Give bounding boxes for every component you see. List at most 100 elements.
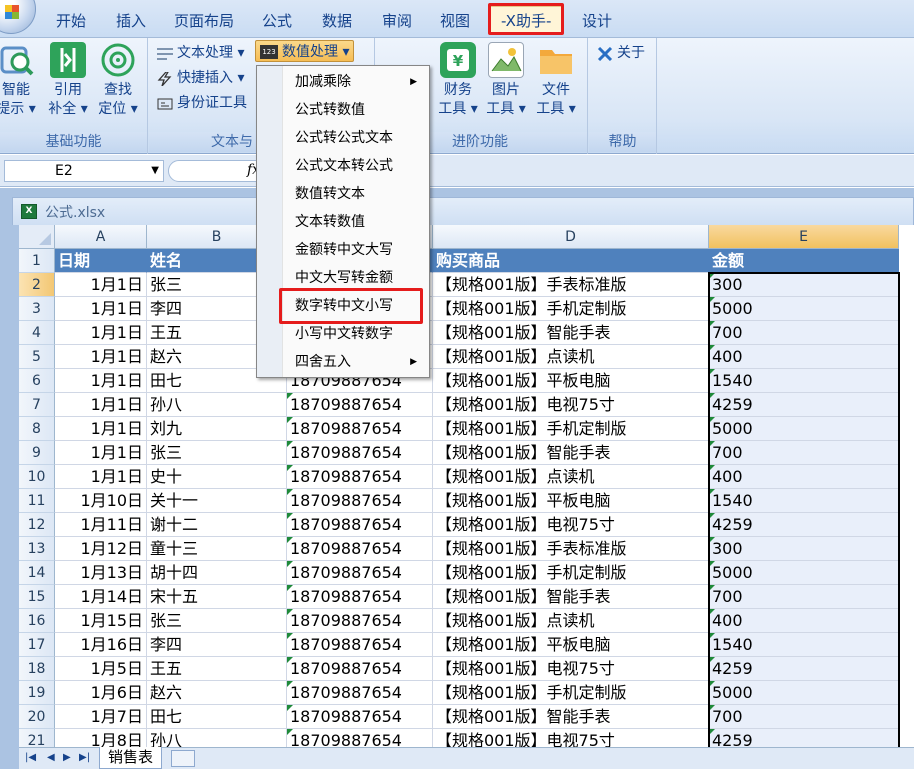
table-cell[interactable]: 18709887654 <box>287 633 433 657</box>
row-header[interactable]: 18 <box>19 657 55 681</box>
table-cell[interactable]: 1月13日 <box>55 561 147 585</box>
table-cell[interactable]: 1月15日 <box>55 609 147 633</box>
table-cell[interactable]: 【规格001版】手机定制版 <box>433 561 709 585</box>
menu-item[interactable]: 公式转数值 <box>295 96 365 124</box>
row-header[interactable]: 21 <box>19 729 55 747</box>
table-cell[interactable]: 18709887654 <box>287 585 433 609</box>
table-cell[interactable]: 1月12日 <box>55 537 147 561</box>
table-cell[interactable]: 【规格001版】手表标准版 <box>433 537 709 561</box>
table-cell[interactable]: 18709887654 <box>287 417 433 441</box>
row-header[interactable]: 11 <box>19 489 55 513</box>
tab-home[interactable]: 开始 <box>56 10 86 31</box>
table-cell[interactable]: 700 <box>709 441 899 465</box>
table-cell[interactable]: 1月1日 <box>55 345 147 369</box>
table-cell[interactable]: 张三 <box>147 609 287 633</box>
table-cell[interactable]: 田七 <box>147 705 287 729</box>
table-cell[interactable]: 赵六 <box>147 681 287 705</box>
table-cell[interactable]: 5000 <box>709 681 899 705</box>
table-cell[interactable]: 18709887654 <box>287 393 433 417</box>
table-cell[interactable]: 1月1日 <box>55 321 147 345</box>
menu-item[interactable]: 数值转文本 <box>295 180 365 208</box>
table-cell[interactable]: 孙八 <box>147 393 287 417</box>
tab-data[interactable]: 数据 <box>322 10 352 31</box>
finance-tool-button[interactable]: ¥ 财务 工具 ▾ <box>432 42 484 119</box>
sheet-tab-sales[interactable]: 销售表 <box>99 747 163 769</box>
table-cell[interactable]: 李四 <box>147 633 287 657</box>
prev-sheet-icon[interactable]: ◀ <box>47 752 55 763</box>
table-cell[interactable]: 18709887654 <box>287 657 433 681</box>
table-cell[interactable]: 宋十五 <box>147 585 287 609</box>
tab-view[interactable]: 视图 <box>440 10 470 31</box>
tab-formulas[interactable]: 公式 <box>262 10 292 31</box>
name-box-dropdown-icon[interactable]: ▼ <box>151 161 159 181</box>
menu-item[interactable]: 公式转公式文本 <box>295 124 393 152</box>
id-card-tool-button[interactable]: 身份证工具 <box>157 92 247 114</box>
table-cell[interactable]: 400 <box>709 345 899 369</box>
name-box[interactable]: E2 ▼ <box>4 160 164 182</box>
tab-design[interactable]: 设计 <box>582 10 612 31</box>
table-cell[interactable]: 【规格001版】平板电脑 <box>433 489 709 513</box>
header-cell[interactable]: 购买商品 <box>433 249 709 273</box>
table-cell[interactable]: 孙八 <box>147 729 287 747</box>
table-cell[interactable]: 【规格001版】平板电脑 <box>433 369 709 393</box>
menu-item[interactable]: 小写中文转数字 <box>295 320 393 348</box>
row-header[interactable]: 9 <box>19 441 55 465</box>
table-cell[interactable]: 【规格001版】点读机 <box>433 609 709 633</box>
insert-sheet-icon[interactable] <box>171 750 195 767</box>
table-cell[interactable]: 【规格001版】智能手表 <box>433 321 709 345</box>
table-cell[interactable]: 1月5日 <box>55 657 147 681</box>
table-cell[interactable]: 400 <box>709 465 899 489</box>
row-header[interactable]: 17 <box>19 633 55 657</box>
table-cell[interactable]: 700 <box>709 585 899 609</box>
select-all-corner[interactable] <box>19 225 55 249</box>
table-cell[interactable]: 300 <box>709 537 899 561</box>
row-header[interactable]: 13 <box>19 537 55 561</box>
table-cell[interactable]: 1540 <box>709 369 899 393</box>
tab-insert[interactable]: 插入 <box>116 10 146 31</box>
table-cell[interactable]: 1月1日 <box>55 417 147 441</box>
table-cell[interactable]: 史十 <box>147 465 287 489</box>
table-cell[interactable]: 【规格001版】手机定制版 <box>433 417 709 441</box>
row-header[interactable]: 15 <box>19 585 55 609</box>
table-cell[interactable]: 700 <box>709 321 899 345</box>
table-cell[interactable]: 1月1日 <box>55 297 147 321</box>
row-header[interactable]: 16 <box>19 609 55 633</box>
table-cell[interactable]: 胡十四 <box>147 561 287 585</box>
table-cell[interactable]: 1月7日 <box>55 705 147 729</box>
table-cell[interactable]: 【规格001版】电视75寸 <box>433 393 709 417</box>
text-process-button[interactable]: 文本处理 ▾ <box>157 42 244 64</box>
column-header[interactable]: D <box>433 225 709 249</box>
table-cell[interactable]: 1540 <box>709 489 899 513</box>
menu-item[interactable]: 文本转数值 <box>295 208 365 236</box>
table-cell[interactable]: 18709887654 <box>287 561 433 585</box>
table-cell[interactable]: 5000 <box>709 561 899 585</box>
table-cell[interactable]: 张三 <box>147 441 287 465</box>
menu-item[interactable]: 数字转中文小写 <box>295 292 393 320</box>
tab-review[interactable]: 审阅 <box>382 10 412 31</box>
image-tool-button[interactable]: 图片 工具 ▾ <box>480 42 532 119</box>
menu-item[interactable]: 四舍五入 <box>295 348 351 376</box>
table-cell[interactable]: 4259 <box>709 393 899 417</box>
office-button[interactable] <box>0 0 36 34</box>
row-header[interactable]: 12 <box>19 513 55 537</box>
row-header[interactable]: 6 <box>19 369 55 393</box>
find-locate-button[interactable]: 查找 定位 ▾ <box>92 42 144 119</box>
spreadsheet-grid[interactable]: ABCDE1日期姓名购买商品金额21月1日张三18709887654【规格001… <box>19 225 914 747</box>
table-cell[interactable]: 1月1日 <box>55 393 147 417</box>
table-cell[interactable]: 关十一 <box>147 489 287 513</box>
table-cell[interactable]: 【规格001版】手机定制版 <box>433 681 709 705</box>
table-cell[interactable]: 1月10日 <box>55 489 147 513</box>
row-header[interactable]: 20 <box>19 705 55 729</box>
row-header[interactable]: 10 <box>19 465 55 489</box>
numeric-process-button[interactable]: 123 数值处理 ▾ <box>255 40 355 62</box>
menu-item[interactable]: 中文大写转金额 <box>295 264 393 292</box>
table-cell[interactable]: 1月1日 <box>55 273 147 297</box>
table-cell[interactable]: 4259 <box>709 657 899 681</box>
file-tool-button[interactable]: 文件 工具 ▾ <box>530 42 582 119</box>
table-cell[interactable]: 【规格001版】电视75寸 <box>433 513 709 537</box>
table-cell[interactable]: 【规格001版】手表标准版 <box>433 273 709 297</box>
about-button[interactable]: 关于 <box>597 42 645 64</box>
reference-complete-button[interactable]: 引用 补全 ▾ <box>42 42 94 119</box>
table-cell[interactable]: 【规格001版】手机定制版 <box>433 297 709 321</box>
table-cell[interactable]: 18709887654 <box>287 513 433 537</box>
